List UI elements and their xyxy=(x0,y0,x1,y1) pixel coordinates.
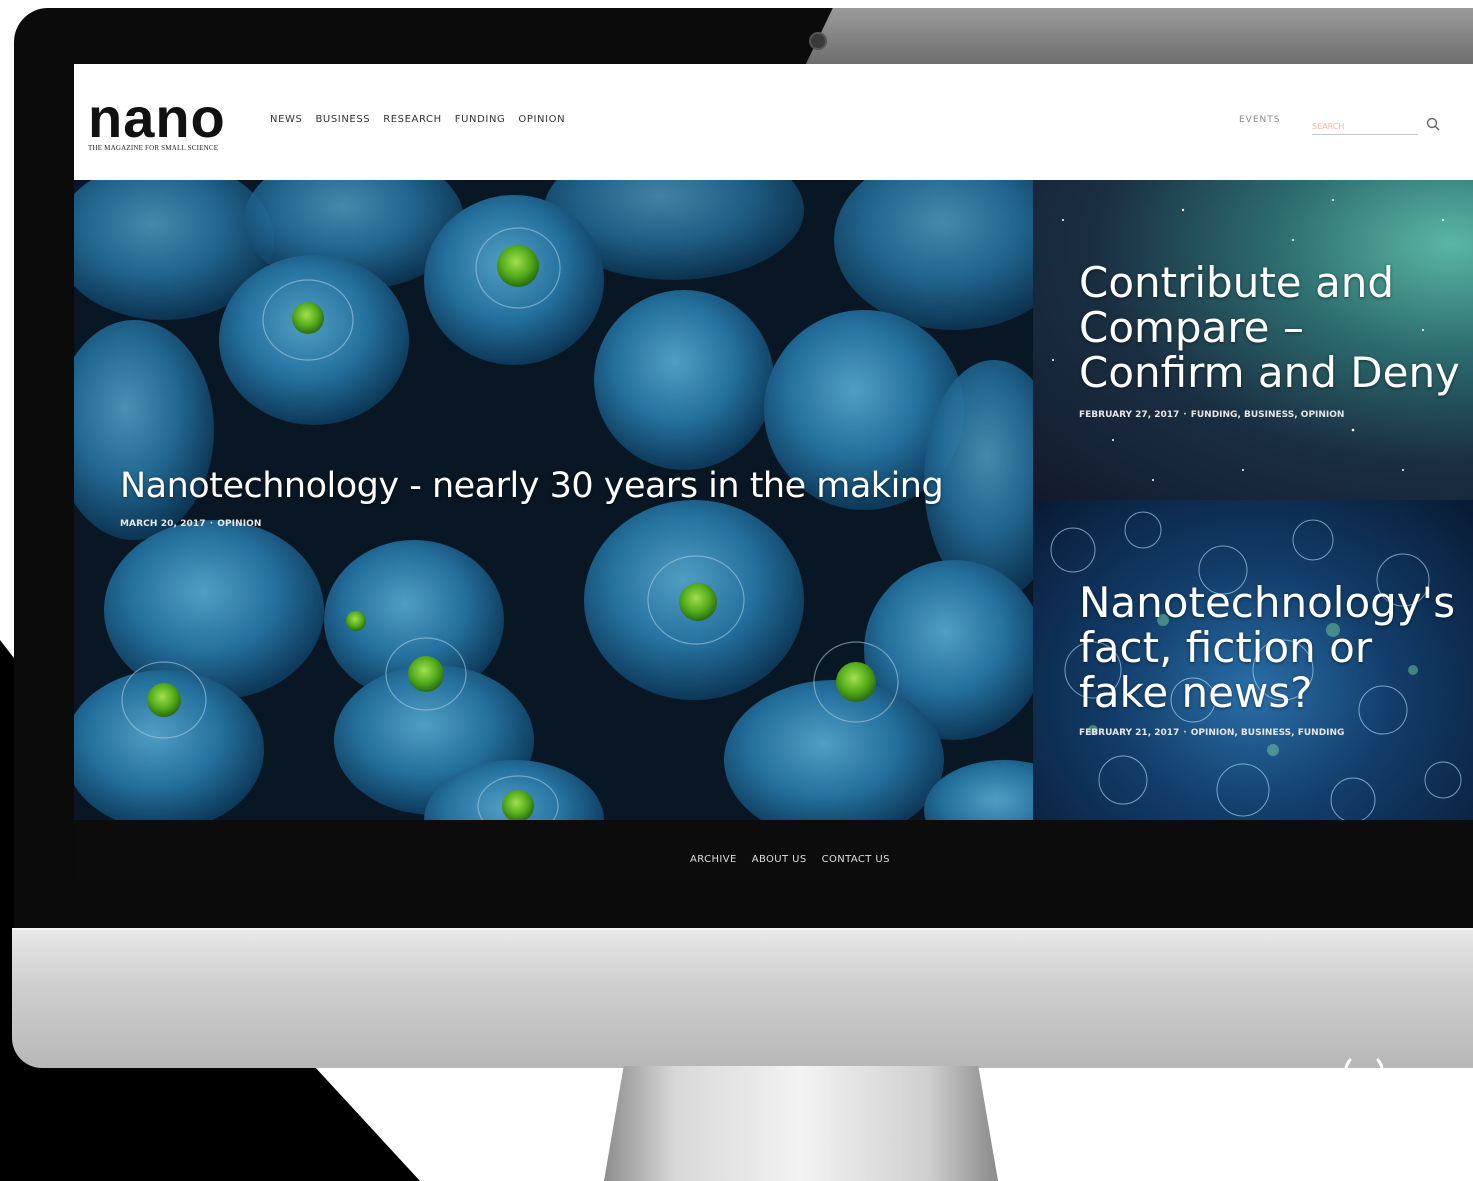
chin-logo-icon xyxy=(1344,1052,1384,1092)
side-story-2-title[interactable]: Nanotechnology's fact, fiction or fake n… xyxy=(1079,580,1469,715)
site-footer: ARCHIVE ABOUT US CONTACT US xyxy=(74,820,1473,880)
side-story-1-date: FEBRUARY 27, 2017 xyxy=(1079,410,1180,420)
search-icon[interactable] xyxy=(1425,116,1441,132)
footer-contact-link[interactable]: CONTACT US xyxy=(822,854,890,865)
side-story-2[interactable]: Nanotechnology's fact, fiction or fake n… xyxy=(1033,500,1473,820)
side-story-2-meta: FEBRUARY 21, 2017 · OPINION, BUSINESS, FUN… xyxy=(1079,728,1344,738)
side-story-2-categories[interactable]: OPINION, BUSINESS, FUNDING xyxy=(1191,728,1345,738)
search-box xyxy=(1312,114,1442,135)
main-nav: NEWS BUSINESS RESEARCH FUNDING OPINION xyxy=(270,114,565,125)
nav-research[interactable]: RESEARCH xyxy=(383,114,442,125)
featured-categories[interactable]: OPINION xyxy=(217,519,261,529)
site-logo[interactable]: nano The Magazine for Small Science xyxy=(88,86,226,153)
monitor-chin xyxy=(12,928,1473,1068)
events-link[interactable]: EVENTS xyxy=(1239,115,1280,125)
meta-separator: · xyxy=(1183,410,1187,420)
side-story-1-meta: FEBRUARY 27, 2017 · FUNDING, BUSINESS, OPI… xyxy=(1079,410,1344,420)
nav-business[interactable]: BUSINESS xyxy=(315,114,370,125)
side-story-2-date: FEBRUARY 21, 2017 xyxy=(1079,728,1180,738)
featured-date: MARCH 20, 2017 xyxy=(120,519,206,529)
search-input[interactable] xyxy=(1312,119,1418,135)
featured-meta: MARCH 20, 2017 · OPINION xyxy=(120,519,262,529)
featured-title[interactable]: Nanotechnology - nearly 30 years in the … xyxy=(120,466,944,506)
nav-news[interactable]: NEWS xyxy=(270,114,302,125)
logo-wordmark: nano xyxy=(88,86,226,149)
monitor-stand xyxy=(604,1066,998,1181)
meta-separator: · xyxy=(1183,728,1187,738)
side-story-1-categories[interactable]: FUNDING, BUSINESS, OPINION xyxy=(1191,410,1345,420)
site-header: nano The Magazine for Small Science NEWS… xyxy=(74,64,1473,180)
nav-funding[interactable]: FUNDING xyxy=(455,114,506,125)
side-story-1[interactable]: Contribute and Compare – Confirm and Den… xyxy=(1033,180,1473,500)
footer-archive-link[interactable]: ARCHIVE xyxy=(690,854,737,865)
meta-separator: · xyxy=(209,519,214,529)
side-story-1-title[interactable]: Contribute and Compare – Confirm and Den… xyxy=(1079,260,1469,395)
featured-story[interactable]: Nanotechnology - nearly 30 years in the … xyxy=(74,180,1033,820)
camera-icon xyxy=(809,32,827,50)
bezel-glare xyxy=(804,8,1473,68)
footer-about-link[interactable]: ABOUT US xyxy=(752,854,807,865)
logo-tagline: The Magazine for Small Science xyxy=(88,144,219,152)
nav-opinion[interactable]: OPINION xyxy=(518,114,565,125)
footer-nav: ARCHIVE ABOUT US CONTACT US xyxy=(690,854,890,865)
website-screen: nano The Magazine for Small Science NEWS… xyxy=(74,64,1473,880)
